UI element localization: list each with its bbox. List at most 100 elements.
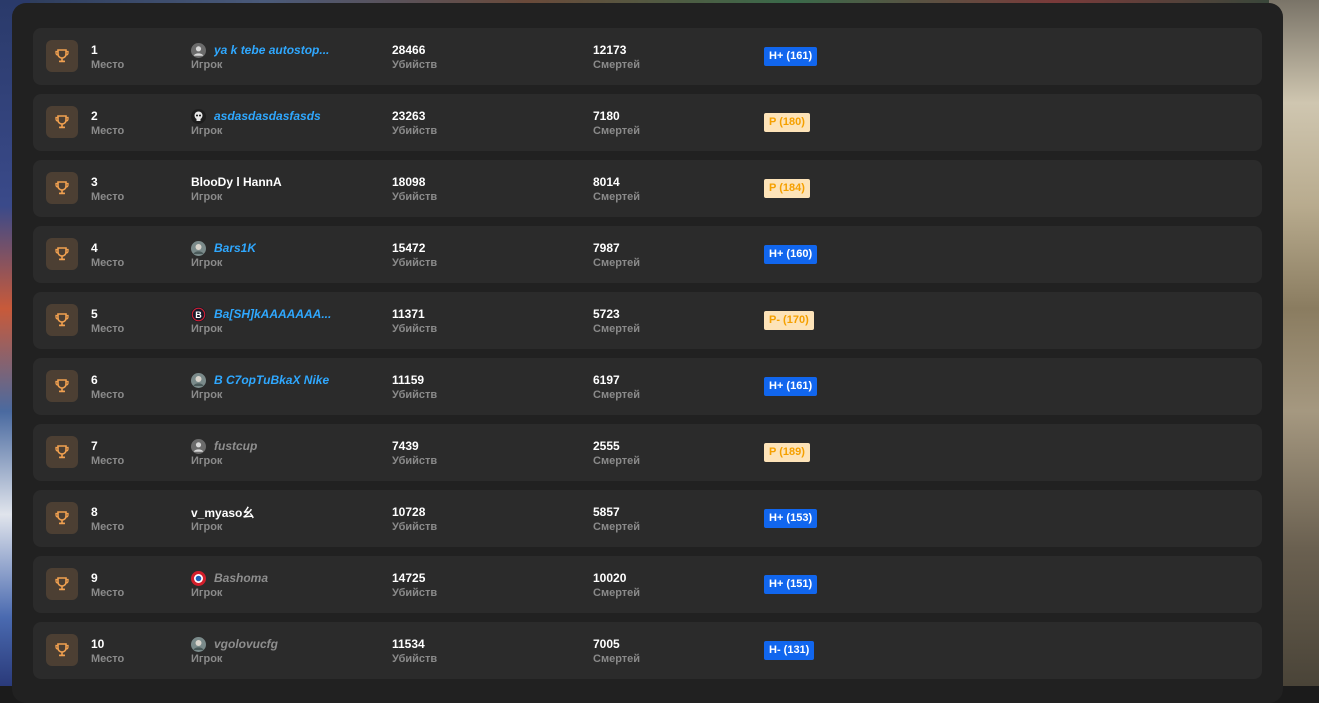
letter-b-avatar-icon: B xyxy=(191,306,206,322)
kills-value: 7439 xyxy=(392,439,419,453)
player-name-link[interactable]: asdasdasdasfasds xyxy=(214,109,321,123)
deaths-cell: 2555 Смертей xyxy=(593,439,640,469)
kills-value: 11371 xyxy=(392,307,425,321)
player-cell: vgolovucfg Игрок xyxy=(191,636,278,667)
kills-label: Убийств xyxy=(392,191,438,203)
player-cell: B Ba[SH]kAAAAAAA... Игрок xyxy=(191,306,331,337)
deaths-cell: 10020 Смертей xyxy=(593,571,640,601)
place-cell: 5 Место xyxy=(91,307,124,337)
place-label: Место xyxy=(91,125,125,137)
kills-label: Убийств xyxy=(392,455,438,467)
place-value: 2 xyxy=(91,109,98,123)
place-label: Место xyxy=(91,587,125,599)
deaths-value: 2555 xyxy=(593,439,620,453)
deaths-label: Смертей xyxy=(593,323,641,335)
deaths-cell: 7180 Смертей xyxy=(593,109,640,139)
kills-cell: 15472 Убийств xyxy=(392,241,437,271)
player-cell: Bars1K Игрок xyxy=(191,240,256,271)
rank-badge: H+ (161) xyxy=(764,377,818,396)
skull-avatar-icon xyxy=(191,108,206,124)
trophy-icon xyxy=(46,106,78,138)
kills-cell: 11159 Убийств xyxy=(392,373,437,403)
leaderboard-row-1: 1 Место ya k tebe autostop... Игрок 2846… xyxy=(33,28,1262,85)
place-value: 1 xyxy=(91,43,98,57)
deaths-value: 12173 xyxy=(593,43,627,57)
kills-label: Убийств xyxy=(392,389,438,401)
kills-label: Убийств xyxy=(392,653,438,665)
player-label: Игрок xyxy=(191,191,223,203)
deaths-value: 7180 xyxy=(593,109,620,123)
deaths-cell: 12173 Смертей xyxy=(593,43,640,73)
deaths-label: Смертей xyxy=(593,653,641,665)
player-label: Игрок xyxy=(191,653,223,665)
player-name-link[interactable]: Ba[SH]kAAAAAAA... xyxy=(214,307,331,321)
photo-avatar-icon xyxy=(191,636,206,652)
leaderboard-row-6: 6 Место B C7opTuBkaX Nike Игрок 11159 Уб… xyxy=(33,358,1262,415)
place-cell: 7 Место xyxy=(91,439,124,469)
photo-avatar-icon xyxy=(191,372,206,388)
deaths-cell: 8014 Смертей xyxy=(593,175,640,205)
kills-value: 11159 xyxy=(392,373,425,387)
player-name-link[interactable]: vgolovucfg xyxy=(214,637,278,651)
deaths-label: Смертей xyxy=(593,455,641,467)
deaths-value: 7005 xyxy=(593,637,620,651)
leaderboard-row-9: 9 Место Bashoma Игрок 14725 Убийств 1002… xyxy=(33,556,1262,613)
kills-cell: 7439 Убийств xyxy=(392,439,437,469)
deaths-value: 5723 xyxy=(593,307,620,321)
player-label: Игрок xyxy=(191,59,223,71)
deaths-cell: 5723 Смертей xyxy=(593,307,640,337)
leaderboard-row-7: 7 Место fustcup Игрок 7439 Убийств 2555 … xyxy=(33,424,1262,481)
player-cell: fustcup Игрок xyxy=(191,438,257,469)
kills-value: 28466 xyxy=(392,43,426,57)
leaderboard-row-5: 5 Место B Ba[SH]kAAAAAAA... Игрок 11371 … xyxy=(33,292,1262,349)
place-value: 9 xyxy=(91,571,98,585)
place-value: 5 xyxy=(91,307,98,321)
place-label: Место xyxy=(91,59,125,71)
leaderboard-row-3: 3 Место BlooDy l HannA Игрок 18098 Убийс… xyxy=(33,160,1262,217)
leaderboard-row-10: 10 Место vgolovucfg Игрок 11534 Убийств … xyxy=(33,622,1262,679)
player-cell: BlooDy l HannA Игрок xyxy=(191,175,282,205)
rank-badge: H+ (160) xyxy=(764,245,818,264)
deaths-label: Смертей xyxy=(593,191,641,203)
place-value: 8 xyxy=(91,505,98,519)
player-name-link: v_myaso幺 xyxy=(191,505,255,520)
player-label: Игрок xyxy=(191,587,223,599)
deaths-label: Смертей xyxy=(593,125,641,137)
trophy-icon xyxy=(46,436,78,468)
player-name-link[interactable]: Bashoma xyxy=(214,571,268,585)
deaths-cell: 6197 Смертей xyxy=(593,373,640,403)
place-cell: 3 Место xyxy=(91,175,124,205)
trophy-icon xyxy=(46,304,78,336)
player-name-link: BlooDy l HannA xyxy=(191,175,282,189)
place-cell: 1 Место xyxy=(91,43,124,73)
place-cell: 2 Место xyxy=(91,109,124,139)
deaths-value: 10020 xyxy=(593,571,627,585)
player-cell: Bashoma Игрок xyxy=(191,570,268,601)
kills-label: Убийств xyxy=(392,323,438,335)
kills-label: Убийств xyxy=(392,521,438,533)
player-label: Игрок xyxy=(191,521,223,533)
kills-label: Убийств xyxy=(392,257,438,269)
kills-value: 10728 xyxy=(392,505,426,519)
kills-cell: 11534 Убийств xyxy=(392,637,437,667)
kills-value: 14725 xyxy=(392,571,426,585)
rank-badge: P- (170) xyxy=(764,311,814,330)
player-name-link[interactable]: Bars1K xyxy=(214,241,256,255)
place-cell: 4 Место xyxy=(91,241,124,271)
place-label: Место xyxy=(91,455,125,467)
kills-label: Убийств xyxy=(392,587,438,599)
player-name-link[interactable]: ya k tebe autostop... xyxy=(214,43,329,57)
trophy-icon xyxy=(46,40,78,72)
club-logo-avatar-icon xyxy=(191,570,206,586)
kills-label: Убийств xyxy=(392,59,438,71)
place-cell: 6 Место xyxy=(91,373,124,403)
player-name-link[interactable]: B C7opTuBkaX Nike xyxy=(214,373,329,387)
place-label: Место xyxy=(91,257,125,269)
place-value: 3 xyxy=(91,175,98,189)
place-value: 10 xyxy=(91,637,105,651)
leaderboard-row-4: 4 Место Bars1K Игрок 15472 Убийств 7987 … xyxy=(33,226,1262,283)
player-name-link[interactable]: fustcup xyxy=(214,439,257,453)
place-cell: 9 Место xyxy=(91,571,124,601)
kills-cell: 28466 Убийств xyxy=(392,43,437,73)
rank-badge: H+ (153) xyxy=(764,509,818,528)
